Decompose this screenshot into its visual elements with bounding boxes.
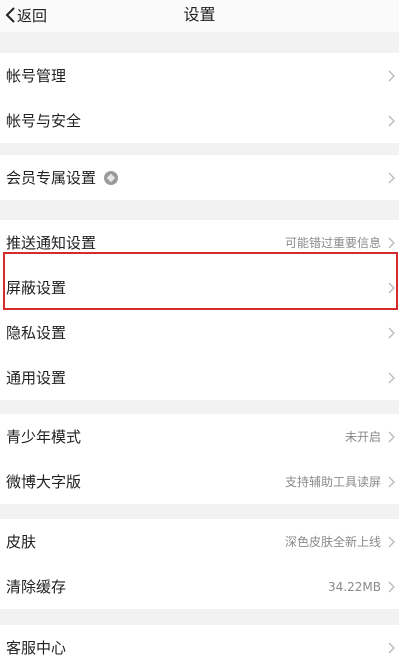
- section-gap: [0, 400, 399, 414]
- item-label: 通用设置: [6, 369, 67, 387]
- settings-group-support: 客服中心: [0, 625, 399, 670]
- settings-item-customer-service[interactable]: 客服中心: [0, 625, 399, 670]
- item-label: 微博大字版: [6, 473, 82, 491]
- settings-item-vip-settings[interactable]: 会员专属设置: [0, 155, 399, 200]
- item-label: 青少年模式: [6, 428, 82, 446]
- settings-item-block-settings[interactable]: 屏蔽设置: [0, 265, 399, 310]
- chevron-right-icon: [388, 282, 395, 293]
- item-label: 皮肤: [6, 533, 37, 551]
- settings-item-skin[interactable]: 皮肤 深色皮肤全新上线: [0, 519, 399, 564]
- section-gap: [0, 504, 399, 519]
- item-value: 支持辅助工具读屏: [284, 475, 381, 489]
- item-label-wrap: 会员专属设置: [6, 167, 119, 188]
- section-gap: [0, 32, 399, 53]
- item-label: 帐号与安全: [6, 112, 82, 130]
- settings-group-vip: 会员专属设置: [0, 155, 399, 200]
- chevron-right-icon: [388, 115, 395, 126]
- settings-item-push-notifications[interactable]: 推送通知设置 可能错过重要信息: [0, 220, 399, 265]
- settings-item-privacy-settings[interactable]: 隐私设置: [0, 310, 399, 355]
- settings-item-clear-cache[interactable]: 清除缓存 34.22MB: [0, 564, 399, 609]
- settings-group-general: 推送通知设置 可能错过重要信息 屏蔽设置 隐私设置 通用设置: [0, 220, 399, 400]
- chevron-right-icon: [388, 642, 395, 653]
- item-label: 清除缓存: [6, 578, 67, 596]
- item-label: 推送通知设置: [6, 234, 97, 252]
- chevron-right-icon: [388, 70, 395, 81]
- section-gap: [0, 200, 399, 220]
- chevron-right-icon: [388, 581, 395, 592]
- chevron-right-icon: [388, 536, 395, 547]
- settings-item-teen-mode[interactable]: 青少年模式 未开启: [0, 414, 399, 459]
- chevron-right-icon: [388, 172, 395, 183]
- section-gap: [0, 609, 399, 625]
- item-label: 会员专属设置: [6, 169, 97, 187]
- settings-group-appearance: 皮肤 深色皮肤全新上线 清除缓存 34.22MB: [0, 519, 399, 609]
- item-label: 客服中心: [6, 639, 67, 657]
- chevron-right-icon: [388, 372, 395, 383]
- settings-item-account-management[interactable]: 帐号管理: [0, 53, 399, 98]
- section-gap: [0, 143, 399, 155]
- chevron-right-icon: [388, 431, 395, 442]
- vip-diamond-icon: [104, 170, 119, 185]
- settings-item-account-security[interactable]: 帐号与安全: [0, 98, 399, 143]
- item-label: 屏蔽设置: [6, 279, 67, 297]
- item-value: 可能错过重要信息: [284, 236, 381, 250]
- item-value: 34.22MB: [328, 579, 381, 594]
- page-title: 设置: [183, 5, 216, 24]
- settings-group-modes: 青少年模式 未开启 微博大字版 支持辅助工具读屏: [0, 414, 399, 504]
- nav-bar: 返回 设置: [0, 0, 399, 32]
- item-value: 深色皮肤全新上线: [284, 535, 381, 549]
- item-label: 隐私设置: [6, 324, 67, 342]
- item-label: 帐号管理: [6, 67, 67, 85]
- settings-group-account: 帐号管理 帐号与安全: [0, 53, 399, 143]
- settings-item-general-settings[interactable]: 通用设置: [0, 355, 399, 400]
- item-value: 未开启: [344, 430, 381, 444]
- chevron-right-icon: [388, 476, 395, 487]
- chevron-right-icon: [388, 237, 395, 248]
- chevron-right-icon: [388, 327, 395, 338]
- settings-item-large-text-edition[interactable]: 微博大字版 支持辅助工具读屏: [0, 459, 399, 504]
